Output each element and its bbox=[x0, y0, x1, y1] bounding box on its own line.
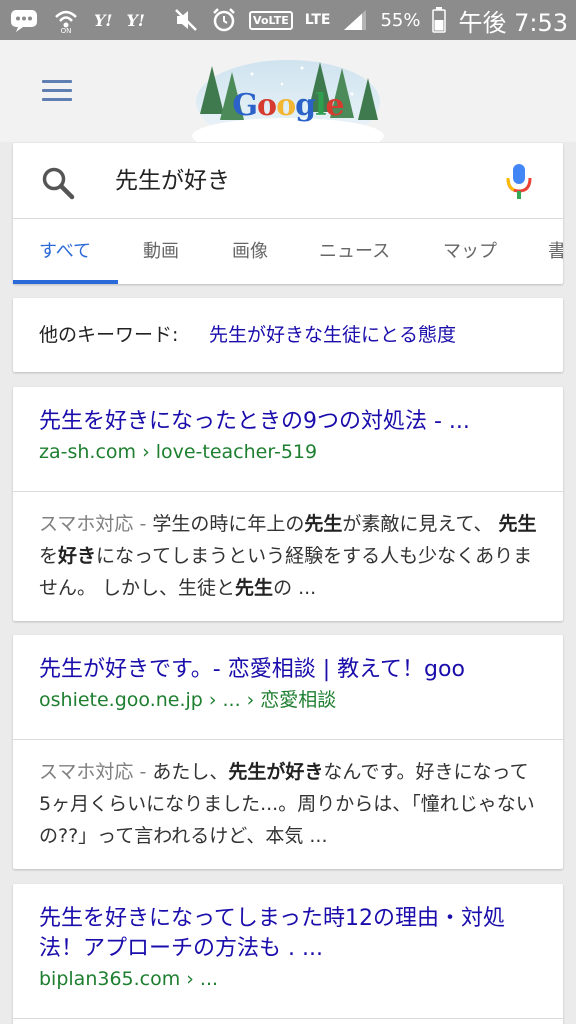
snippet-text: を bbox=[39, 545, 59, 567]
related-keywords-card: 他のキーワード: 先生が好きな生徒にとる態度 bbox=[13, 298, 563, 372]
snippet-text: が素敵に見えて、 bbox=[342, 513, 499, 535]
svg-text:ON: ON bbox=[61, 27, 72, 33]
alarm-icon bbox=[211, 7, 237, 33]
search-result: 先生を好きになってしまった時12の理由・対処法！アプローチの方法も . ... … bbox=[13, 884, 563, 1024]
mobile-friendly-tag: スマホ対応 - bbox=[39, 761, 153, 783]
mute-icon bbox=[173, 7, 199, 33]
tab-images[interactable]: 画像 bbox=[232, 220, 268, 284]
search-result: 先生を好きになったときの9つの対処法 - ... za-sh.com › lov… bbox=[13, 387, 563, 621]
mobile-friendly-tag: スマホ対応 - bbox=[39, 513, 153, 535]
google-doodle[interactable]: Google bbox=[192, 54, 384, 154]
related-keyword-link[interactable]: 先生が好きな生徒にとる態度 bbox=[209, 320, 456, 347]
chat-bubble-icon bbox=[10, 8, 38, 32]
signal-icon bbox=[342, 8, 368, 32]
tab-maps[interactable]: マップ bbox=[443, 220, 497, 284]
snippet-highlight: 先生が好き bbox=[228, 761, 324, 783]
snippet-highlight: 先生 bbox=[235, 577, 274, 599]
related-keywords-label: 他のキーワード: bbox=[39, 324, 179, 346]
tab-videos[interactable]: 動画 bbox=[143, 220, 179, 284]
search-icon[interactable] bbox=[40, 165, 76, 201]
clock: 午後 7:53 bbox=[458, 8, 568, 37]
search-tabs: すべて 動画 画像 ニュース マップ 書 bbox=[13, 220, 563, 284]
status-bar: ON Y! Y! VoLTE LTE 55% 午後 7:53 bbox=[0, 0, 576, 40]
battery-icon bbox=[432, 7, 447, 33]
yahoo-icon: Y! bbox=[126, 10, 145, 30]
result-header[interactable]: 先生が好きです。- 恋愛相談 | 教えて！goo oshiete.goo.ne.… bbox=[13, 635, 563, 739]
doodle-logo-text: Google bbox=[232, 88, 344, 123]
result-url: biplan365.com › ... bbox=[39, 968, 219, 990]
volte-badge: VoLTE bbox=[249, 10, 293, 30]
tab-all[interactable]: すべて bbox=[39, 220, 91, 284]
result-url: za-sh.com › love-teacher-519 bbox=[39, 441, 318, 463]
microphone-icon[interactable] bbox=[505, 163, 533, 201]
battery-percent: 55% bbox=[380, 9, 421, 31]
result-snippet: スマホ対応 - あたし、先生が好きなんです。好きになって5ヶ月くらいになりました… bbox=[13, 740, 563, 852]
search-card: 先生が好き すべて 動画 画像 ニュース マップ 書 bbox=[13, 143, 563, 284]
snippet-text: 学生の時に年上の bbox=[152, 513, 305, 535]
snippet-highlight: 先生 bbox=[498, 513, 537, 535]
snippet-text: の ... bbox=[273, 577, 317, 599]
lte-label: LTE bbox=[304, 12, 331, 28]
wifi-calling-icon: ON bbox=[52, 7, 80, 33]
snippet-text: あたし、 bbox=[152, 761, 229, 783]
active-tab-indicator bbox=[13, 280, 118, 284]
divider bbox=[13, 1018, 563, 1019]
result-title[interactable]: 先生を好きになってしまった時12の理由・対処法！アプローチの方法も . ... bbox=[39, 904, 537, 964]
result-url: oshiete.goo.ne.jp › ... › 恋愛相談 bbox=[39, 689, 337, 711]
yahoo-icon: Y! bbox=[94, 10, 113, 30]
search-bar[interactable]: 先生が好き bbox=[13, 143, 563, 219]
menu-icon[interactable] bbox=[42, 80, 72, 102]
result-header[interactable]: 先生を好きになったときの9つの対処法 - ... za-sh.com › lov… bbox=[13, 387, 563, 491]
tab-books[interactable]: 書 bbox=[548, 220, 563, 284]
header: Google bbox=[0, 40, 576, 154]
result-title[interactable]: 先生を好きになったときの9つの対処法 - ... bbox=[39, 407, 537, 437]
search-input[interactable]: 先生が好き bbox=[115, 161, 230, 201]
tab-news[interactable]: ニュース bbox=[319, 220, 390, 284]
search-result: 先生が好きです。- 恋愛相談 | 教えて！goo oshiete.goo.ne.… bbox=[13, 635, 563, 869]
result-snippet: スマホ対応 - 学生の時に年上の先生が素敵に見えて、 先生を好きになってしまうと… bbox=[13, 492, 563, 604]
result-title[interactable]: 先生が好きです。- 恋愛相談 | 教えて！goo bbox=[39, 655, 537, 685]
snippet-highlight: 先生 bbox=[304, 513, 343, 535]
result-header[interactable]: 先生を好きになってしまった時12の理由・対処法！アプローチの方法も . ... … bbox=[13, 884, 563, 1018]
snippet-highlight: 好き bbox=[58, 545, 97, 567]
